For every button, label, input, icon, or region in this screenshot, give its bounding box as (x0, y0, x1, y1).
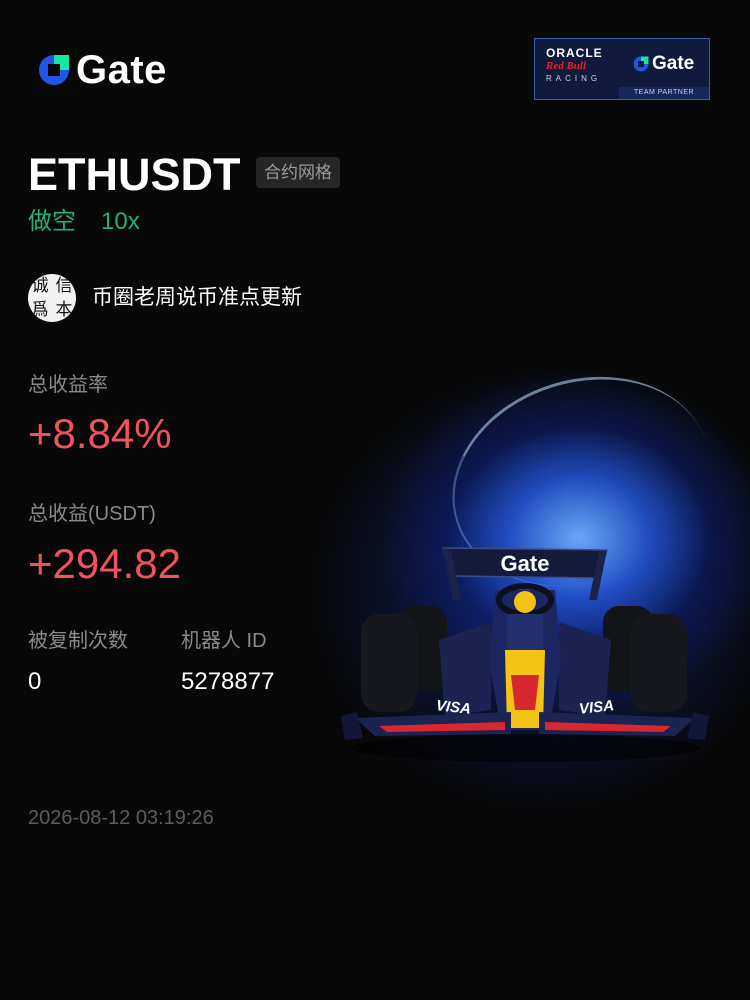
gate-logo-icon (39, 55, 69, 85)
partner-gate-logo: Gate (632, 53, 694, 75)
team-partner-badge: ORACLE Red Bull RACING Gate TEAM PARTNER (534, 38, 710, 100)
total-return-rate-value: +8.84% (28, 410, 172, 457)
leverage-value: 10x (101, 208, 140, 235)
total-return-rate-label: 总收益率 (28, 374, 108, 396)
bot-id-value: 5278877 (181, 668, 275, 695)
total-pnl-value: +294.82 (28, 540, 181, 587)
car-sponsor-label: VISA (435, 697, 472, 718)
partner-footer-text: TEAM PARTNER (619, 87, 709, 99)
copies-label: 被复制次数 (28, 630, 128, 652)
f1-car-image: Gate VISA VISA (341, 547, 709, 762)
avatar-char: 本 (55, 300, 73, 320)
avatar-char: 诚 (31, 276, 49, 296)
total-pnl-label: 总收益(USDT) (28, 503, 156, 525)
bot-id-label: 机器人 ID (181, 630, 267, 652)
author-name: 币圈老周说币准点更新 (92, 286, 302, 309)
trading-pair-symbol: ETHUSDT (28, 149, 241, 200)
avatar-char: 信 (55, 276, 73, 296)
timestamp: 2026-08-12 03:19:26 (28, 807, 214, 829)
partner-oracle-text: ORACLE (546, 46, 603, 60)
gate-logo: Gate (36, 50, 167, 90)
partner-racing-text: RACING (546, 74, 602, 83)
position-direction: 做空 (28, 208, 76, 235)
strategy-badge: 合约网格 (256, 157, 340, 188)
partner-gate-text: Gate (652, 53, 695, 74)
car-sponsor-label: VISA (578, 697, 615, 718)
partner-redbull-text: Red Bull (546, 60, 587, 72)
gate-logo-text: Gate (76, 48, 167, 92)
avatar: 诚 信 爲 本 (28, 274, 76, 322)
car-wing-label: Gate (501, 551, 550, 576)
avatar-char: 爲 (31, 300, 49, 320)
copies-value: 0 (28, 668, 42, 695)
partner-gate-icon (633, 56, 649, 72)
